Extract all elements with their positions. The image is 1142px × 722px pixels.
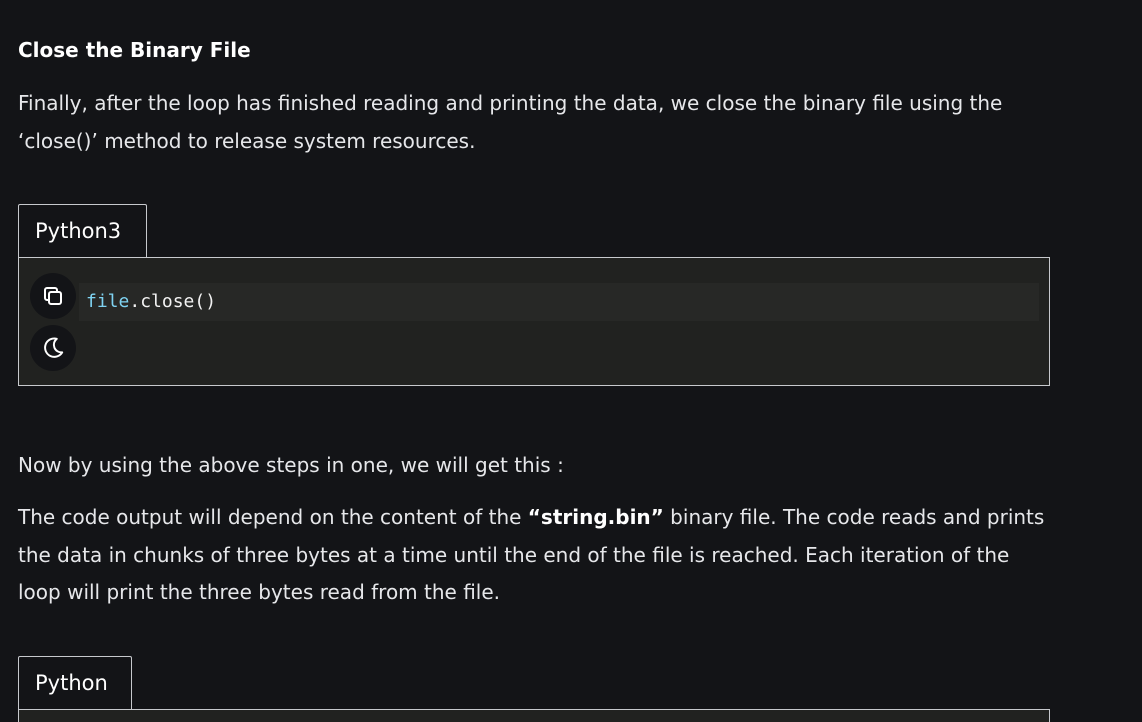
toggle-theme-button[interactable] (30, 325, 76, 371)
copy-icon (44, 287, 62, 305)
code-method: close() (140, 291, 217, 312)
moon-icon (44, 337, 64, 358)
section-heading: Close the Binary File (18, 38, 251, 62)
filename-bold: “string.bin” (527, 505, 664, 529)
output-paragraph: The code output will depend on the conte… (18, 499, 1058, 612)
code-dot: . (129, 291, 141, 312)
code-line: file.close() (79, 283, 1039, 321)
code-block: file.close() (18, 257, 1050, 386)
code-object: file (86, 291, 130, 312)
summary-line: Now by using the above steps in one, we … (18, 453, 564, 477)
tab-python3[interactable]: Python3 (18, 204, 147, 257)
article-page: Close the Binary File Finally, after the… (0, 0, 1142, 722)
code-block-2 (18, 709, 1050, 722)
intro-paragraph: Finally, after the loop has finished rea… (18, 91, 1003, 153)
tab-python[interactable]: Python (18, 656, 132, 709)
copy-code-button[interactable] (30, 273, 76, 319)
output-text-start: The code output will depend on the conte… (18, 505, 528, 529)
